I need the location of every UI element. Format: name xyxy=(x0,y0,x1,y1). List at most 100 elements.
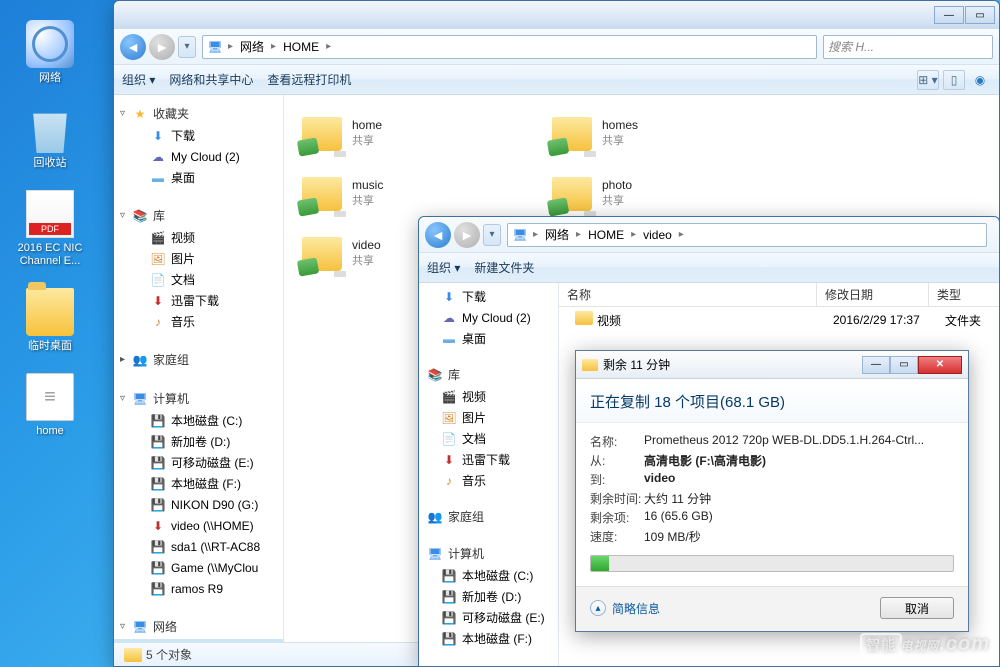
sidebar-item-mycloud[interactable]: ☁My Cloud (2) xyxy=(114,147,283,168)
sidebar-item[interactable]: ♪音乐 xyxy=(419,471,558,492)
to-value: video xyxy=(644,471,675,488)
desktop-pdf[interactable]: 2016 EC NIC Channel E... xyxy=(5,190,95,268)
sidebar-item-nikon[interactable]: 💾NIKON D90 (G:) xyxy=(114,495,283,516)
favorites-header[interactable]: ▿★收藏夹 xyxy=(114,99,283,126)
sidebar-item-downloads[interactable]: ⬇下载 xyxy=(114,126,283,147)
maximize-button[interactable]: ▭ xyxy=(890,356,918,374)
sidebar-item-videos[interactable]: 🎬视频 xyxy=(114,228,283,249)
dialog-body: 名称:Prometheus 2012 720p WEB-DL.DD5.1.H.2… xyxy=(576,423,968,586)
libraries-header[interactable]: 📚库 xyxy=(419,360,558,387)
sidebar-item-sda1[interactable]: 💾sda1 (\\RT-AC88 xyxy=(114,537,283,558)
sidebar-item-disk-d[interactable]: 💾新加卷 (D:) xyxy=(114,432,283,453)
sidebar-item-disk-c[interactable]: 💾本地磁盘 (C:) xyxy=(114,411,283,432)
folder-homes[interactable]: homes共享 xyxy=(546,103,796,163)
copy-dialog: 剩余 11 分钟 — ▭ ✕ 正在复制 18 个项目(68.1 GB) 名称:P… xyxy=(575,350,969,632)
view-remote-printer[interactable]: 查看远程打印机 xyxy=(267,71,351,88)
desktop-icon: ▬ xyxy=(150,171,166,187)
homegroup-header[interactable]: 👥家庭组 xyxy=(419,502,558,529)
chevron-right-icon: ▸ xyxy=(674,229,689,240)
sidebar: ⬇下载 ☁My Cloud (2) ▬桌面 📚库 🎬视频 🖼图片 📄文档 ⬇迅雷… xyxy=(419,283,559,666)
desktop-hometxt[interactable]: home xyxy=(5,373,95,438)
sidebar-item-documents[interactable]: 📄文档 xyxy=(114,270,283,291)
computer-header[interactable]: 🖥计算机 xyxy=(419,539,558,566)
sidebar-item[interactable]: 💾本地磁盘 (C:) xyxy=(419,566,558,587)
folder-music[interactable]: music共享 xyxy=(296,163,546,223)
sidebar-item-music[interactable]: ♪音乐 xyxy=(114,312,283,333)
sidebar-item-game[interactable]: 💾Game (\\MyClou xyxy=(114,558,283,579)
forward-button[interactable]: ► xyxy=(149,34,175,60)
sidebar-item[interactable]: 💾新加卷 (D:) xyxy=(419,587,558,608)
cancel-button[interactable]: 取消 xyxy=(880,597,954,619)
homegroup-header[interactable]: ▸👥家庭组 xyxy=(114,345,283,372)
network-share-center[interactable]: 网络和共享中心 xyxy=(169,71,253,88)
folder-home[interactable]: home共享 xyxy=(296,103,546,163)
crumb-video[interactable]: video xyxy=(641,228,674,242)
minimize-button[interactable]: — xyxy=(934,6,964,24)
sidebar-item[interactable]: 💾可移动磁盘 (E:) xyxy=(419,608,558,629)
sidebar-item-ramos[interactable]: 💾ramos R9 xyxy=(114,579,283,600)
crumb-home[interactable]: HOME xyxy=(586,228,626,242)
folder-photo[interactable]: photo共享 xyxy=(546,163,796,223)
minimize-button[interactable]: — xyxy=(862,356,890,374)
sidebar-item-desktop[interactable]: ▬桌面 xyxy=(114,168,283,189)
history-dropdown[interactable]: ▾ xyxy=(483,224,501,246)
close-button[interactable]: ✕ xyxy=(918,356,962,374)
desktop-network[interactable]: 网络 xyxy=(5,20,95,85)
download-icon: ⬇ xyxy=(441,290,457,306)
back-button[interactable]: ◄ xyxy=(425,222,451,248)
forward-button[interactable]: ► xyxy=(454,222,480,248)
sidebar-item[interactable]: 📄文档 xyxy=(419,429,558,450)
list-item[interactable]: 视频 2016/2/29 17:37 文件夹 xyxy=(559,307,999,333)
shared-folder-icon xyxy=(300,113,344,153)
view-mode-button[interactable]: ⊞ ▾ xyxy=(917,70,939,90)
sidebar-item[interactable]: ☁My Cloud (2) xyxy=(419,308,558,329)
col-date[interactable]: 修改日期 xyxy=(817,283,929,306)
remaining-time-label: 剩余时间: xyxy=(590,490,644,507)
sidebar-item-disk-e[interactable]: 💾可移动磁盘 (E:) xyxy=(114,453,283,474)
col-name[interactable]: 名称 xyxy=(559,283,817,306)
disk-icon: 💾 xyxy=(150,414,166,430)
help-button[interactable]: ◉ xyxy=(969,70,991,90)
dialog-titlebar[interactable]: 剩余 11 分钟 — ▭ ✕ xyxy=(576,351,968,379)
search-input[interactable]: 搜索 H... xyxy=(823,35,993,59)
organize-menu[interactable]: 组织 ▾ xyxy=(427,259,460,276)
nav-bar: ◄ ► ▾ 🖥 ▸ 网络 ▸ HOME ▸ video ▸ xyxy=(419,217,999,253)
desktop-tmpfolder[interactable]: 临时桌面 xyxy=(5,288,95,353)
new-folder-button[interactable]: 新建文件夹 xyxy=(474,259,534,276)
details-toggle[interactable]: ▴简略信息 xyxy=(590,600,660,617)
history-dropdown[interactable]: ▾ xyxy=(178,36,196,58)
folder-icon xyxy=(575,311,593,325)
sidebar-item[interactable]: ⬇迅雷下载 xyxy=(419,450,558,471)
libraries-header[interactable]: ▿📚库 xyxy=(114,201,283,228)
maximize-button[interactable]: ▭ xyxy=(965,6,995,24)
crumb-network[interactable]: 网络 xyxy=(238,38,266,55)
address-bar[interactable]: 🖥 ▸ 网络 ▸ HOME ▸ xyxy=(202,35,817,59)
chevron-right-icon: ▸ xyxy=(321,41,336,52)
video-icon: 🎬 xyxy=(441,390,457,406)
computer-header[interactable]: ▿🖥计算机 xyxy=(114,384,283,411)
sidebar-item[interactable]: 🖼图片 xyxy=(419,408,558,429)
dialog-heading: 正在复制 18 个项目(68.1 GB) xyxy=(576,379,968,423)
preview-pane-button[interactable]: ▯ xyxy=(943,70,965,90)
desktop-recycle[interactable]: 回收站 xyxy=(5,105,95,170)
crumb-home[interactable]: HOME xyxy=(281,40,321,54)
sidebar-item-video-net[interactable]: ⬇video (\\HOME) xyxy=(114,516,283,537)
organize-menu[interactable]: 组织 ▾ xyxy=(122,71,155,88)
back-button[interactable]: ◄ xyxy=(120,34,146,60)
sidebar-item[interactable]: ⬇下载 xyxy=(419,287,558,308)
sidebar-item[interactable]: 🎬视频 xyxy=(419,387,558,408)
col-type[interactable]: 类型 xyxy=(929,283,999,306)
sidebar-item-disk-f[interactable]: 💾本地磁盘 (F:) xyxy=(114,474,283,495)
cloud-icon: ☁ xyxy=(150,150,166,166)
sidebar-item-pictures[interactable]: 🖼图片 xyxy=(114,249,283,270)
net-drive-icon: 💾 xyxy=(150,540,166,556)
titlebar[interactable]: — ▭ ✕ xyxy=(114,1,999,29)
sidebar-item[interactable]: 💾本地磁盘 (F:) xyxy=(419,629,558,650)
sidebar-item[interactable]: ▬桌面 xyxy=(419,329,558,350)
crumb-network[interactable]: 网络 xyxy=(543,226,571,243)
sidebar-item-xunlei[interactable]: ⬇迅雷下载 xyxy=(114,291,283,312)
network-header[interactable]: ▿🖥网络 xyxy=(114,612,283,639)
label: 回收站 xyxy=(34,157,67,170)
label: home xyxy=(36,425,64,438)
address-bar[interactable]: 🖥 ▸ 网络 ▸ HOME ▸ video ▸ xyxy=(507,223,987,247)
